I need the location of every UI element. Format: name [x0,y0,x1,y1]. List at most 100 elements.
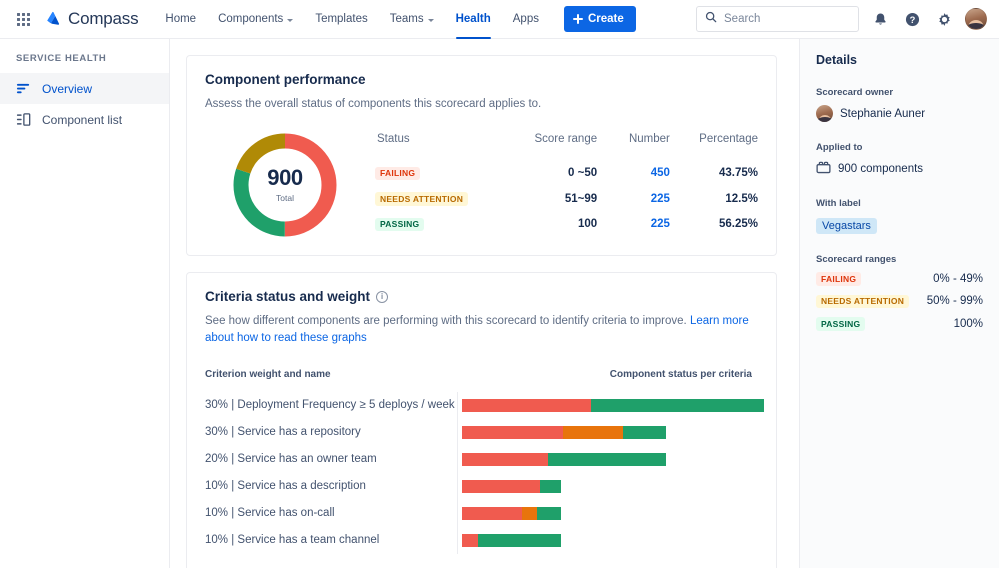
cell-number[interactable]: 225 [597,186,670,212]
chevron-down-icon [428,19,434,22]
status-donut-chart: 900 Total [233,133,337,237]
criteria-stacked-bar[interactable] [462,399,764,412]
bar-segment-red[interactable] [462,534,478,547]
nav-item-teams[interactable]: Teams [379,0,445,39]
details-owner-section: Scorecard owner Stephanie Auner [816,87,983,122]
components-box-icon [816,160,831,178]
bar-segment-green[interactable] [591,399,764,412]
nav-item-home[interactable]: Home [154,0,207,39]
bar-segment-red[interactable] [462,426,563,439]
applied-count: 900 components [838,163,923,175]
criteria-bar-area [457,473,758,500]
cell-number[interactable]: 450 [597,161,670,187]
criteria-stacked-bar[interactable] [462,453,666,466]
criteria-bar-area [457,527,758,554]
nav-item-label: Components [218,13,283,25]
details-applied-label: Applied to [816,142,983,153]
chevron-down-icon [287,19,293,22]
nav-item-label: Home [165,13,196,25]
criteria-title: Criteria status and weight [205,289,370,304]
criteria-row-label: 30% | Deployment Frequency ≥ 5 deploys /… [205,399,457,411]
nav-item-health[interactable]: Health [445,0,502,39]
col-status: Status [375,133,505,161]
app-switcher-icon[interactable] [10,6,36,32]
bar-segment-green[interactable] [623,426,666,439]
owner-name: Stephanie Auner [840,108,925,120]
criteria-axis-line [457,473,458,500]
cell-number[interactable]: 225 [597,212,670,238]
criteria-axis-line [457,500,458,527]
nav-right-group: ? [696,6,987,32]
criteria-description: See how different components are perform… [205,315,690,327]
criteria-bar-area [457,500,758,527]
bar-segment-orange[interactable] [522,507,537,520]
criteria-stacked-bar[interactable] [462,480,561,493]
details-applied-section: Applied to 900 components [816,142,983,178]
details-applied-value[interactable]: 900 components [816,160,983,178]
sidebar-item-component-list[interactable]: Component list [0,104,169,135]
nav-item-apps[interactable]: Apps [502,0,550,39]
status-table: Status Score range Number Percentage FAI… [375,129,758,238]
bar-segment-orange[interactable] [563,426,623,439]
criteria-stacked-bar[interactable] [462,426,666,439]
bar-segment-red[interactable] [462,507,522,520]
bar-segment-green[interactable] [548,453,666,466]
criteria-row-label: 10% | Service has a description [205,480,457,492]
details-ranges-section: Scorecard ranges FAILING 0% - 49% NEEDS … [816,254,983,331]
component-performance-subtitle: Assess the overall status of components … [205,96,758,113]
criteria-col-left: Criterion weight and name [205,369,331,380]
bar-segment-red[interactable] [462,480,540,493]
nav-item-components[interactable]: Components [207,0,304,39]
plus-icon [573,14,583,24]
criteria-stacked-bar[interactable] [462,507,561,520]
cell-score-range: 0 ~50 [505,161,597,187]
col-score-range: Score range [505,133,597,161]
range-row: PASSING 100% [816,317,983,331]
owner-avatar [816,105,833,122]
details-owner-label: Scorecard owner [816,87,983,98]
criteria-row: 30% | Deployment Frequency ≥ 5 deploys /… [205,392,758,419]
donut-center: 900 Total [249,149,321,221]
compass-brand-link[interactable]: Compass [44,9,138,29]
create-button[interactable]: Create [564,6,636,32]
notifications-icon[interactable] [869,8,891,30]
criteria-row: 20% | Service has an owner team [205,446,758,473]
status-badge: NEEDS ATTENTION [816,295,909,309]
search-icon [705,10,717,28]
search-input[interactable] [724,13,850,25]
criteria-axis-line [457,446,458,473]
sidebar-item-overview[interactable]: Overview [0,73,169,104]
create-button-label: Create [588,13,624,25]
performance-row: 900 Total Status Score range Numbe [205,129,758,238]
criteria-stacked-bar[interactable] [462,534,561,547]
status-badge: NEEDS ATTENTION [375,192,468,206]
overview-bars-icon [16,81,31,96]
nav-item-label: Teams [390,13,424,25]
label-chip[interactable]: Vegastars [816,218,877,234]
details-title: Details [816,53,983,67]
cell-percentage: 12.5% [670,186,758,212]
bar-segment-red[interactable] [462,399,591,412]
criteria-status-card: Criteria status and weight i See how dif… [186,272,777,568]
help-icon[interactable]: ? [901,8,923,30]
settings-gear-icon[interactable] [933,8,955,30]
nav-item-templates[interactable]: Templates [304,0,378,39]
criteria-row: 30% | Service has a repository [205,419,758,446]
criteria-description-row: See how different components are perform… [205,313,758,346]
sidebar: Service health Overview [0,39,170,568]
bar-segment-green[interactable] [478,534,561,547]
criteria-bar-area [457,392,764,419]
details-owner-value[interactable]: Stephanie Auner [816,105,983,122]
search-box[interactable] [696,6,859,32]
main-content: Component performance Assess the overall… [170,39,799,568]
status-badge: FAILING [375,167,420,181]
bar-segment-red[interactable] [462,453,548,466]
profile-avatar[interactable] [965,8,987,30]
criteria-title-row: Criteria status and weight i [205,289,758,304]
top-navigation-bar: Compass Home Components Templates Teams … [0,0,999,39]
info-icon[interactable]: i [376,291,388,303]
cell-percentage: 56.25% [670,212,758,238]
table-row: FAILING 0 ~50 450 43.75% [375,161,758,187]
bar-segment-green[interactable] [537,507,561,520]
bar-segment-green[interactable] [540,480,561,493]
